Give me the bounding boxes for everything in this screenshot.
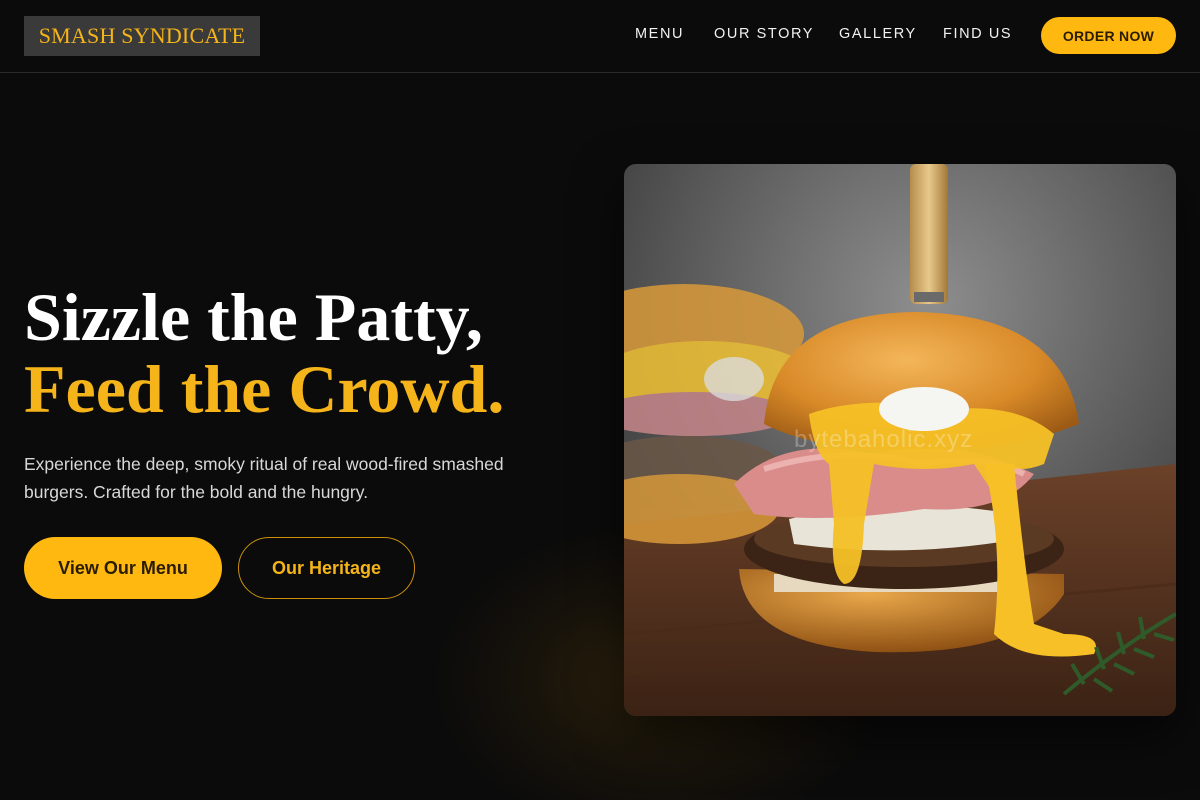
our-heritage-button[interactable]: Our Heritage <box>238 537 415 599</box>
nav-link-menu[interactable]: MENU <box>635 26 684 42</box>
order-now-button[interactable]: ORDER NOW <box>1041 17 1176 54</box>
hero-headline-line1: Sizzle the Patty, <box>24 279 483 355</box>
brand-logo[interactable]: SMASH SYNDICATE <box>24 16 260 56</box>
image-watermark: bytebaholic.xyz <box>794 426 974 453</box>
hero-description: Experience the deep, smoky ritual of rea… <box>24 454 504 502</box>
nav-link-find-us[interactable]: FIND US <box>943 26 1012 42</box>
nav-link-gallery[interactable]: GALLERY <box>839 26 917 42</box>
hero-headline: Sizzle the Patty, Feed the Crowd. <box>24 281 504 425</box>
hero-headline-line2: Feed the Crowd. <box>24 351 505 427</box>
burger-hero-image: bytebaholic.xyz <box>624 164 1176 716</box>
nav-link-our-story[interactable]: OUR STORY <box>714 26 814 42</box>
site-header: SMASH SYNDICATE MENU OUR STORY GALLERY F… <box>0 0 1200 73</box>
view-menu-button[interactable]: View Our Menu <box>24 537 222 599</box>
